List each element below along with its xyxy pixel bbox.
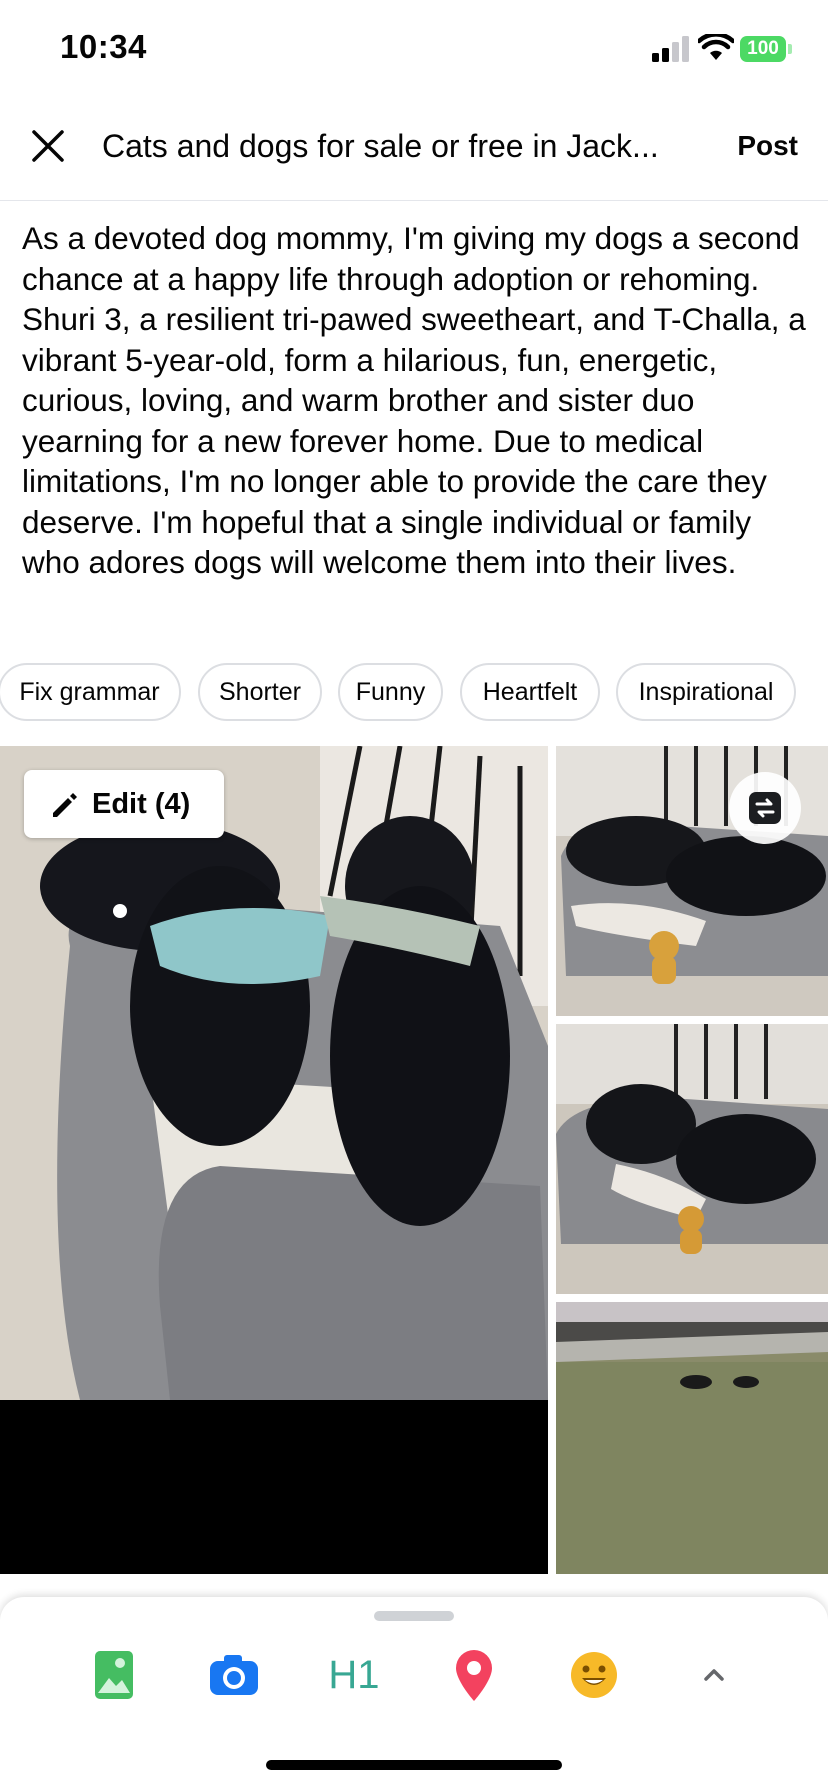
chevron-up-icon[interactable] — [684, 1645, 744, 1705]
dogs-bed-photo-3 — [556, 1024, 828, 1294]
sheet-grabber[interactable] — [374, 1611, 454, 1621]
photo-thumb-3[interactable] — [556, 1302, 828, 1574]
post-button[interactable]: Post — [737, 130, 798, 162]
chip-shorter[interactable]: Shorter — [198, 663, 322, 721]
photo-thumb-1[interactable] — [556, 746, 828, 1016]
emoji-icon[interactable] — [564, 1645, 624, 1705]
header: Cats and dogs for sale or free in Jack..… — [0, 100, 828, 201]
camera-icon[interactable] — [204, 1645, 264, 1705]
edit-photos-label: Edit (4) — [92, 788, 191, 820]
chip-funny[interactable]: Funny — [338, 663, 443, 721]
battery-icon: 100 — [740, 36, 792, 62]
rewrite-suggestions: Fix grammar Shorter Funny Heartfelt Insp… — [0, 663, 828, 725]
heading-icon[interactable]: H1 — [324, 1645, 384, 1705]
close-icon[interactable] — [28, 126, 68, 166]
photo-main[interactable]: Edit (4) — [0, 746, 548, 1574]
chip-fix-grammar[interactable]: Fix grammar — [0, 663, 181, 721]
photo-grid: Edit (4) — [0, 746, 828, 1574]
group-title: Cats and dogs for sale or free in Jack..… — [102, 128, 659, 164]
status-bar: 10:34 100 — [0, 0, 828, 100]
chip-inspirational[interactable]: Inspirational — [616, 663, 796, 721]
status-time: 10:34 — [60, 28, 147, 65]
photo-icon[interactable] — [84, 1645, 144, 1705]
home-indicator — [266, 1760, 562, 1770]
swap-photo-button[interactable] — [729, 772, 801, 844]
pencil-icon — [53, 793, 77, 817]
dogs-on-lawn-photo — [556, 1302, 828, 1574]
post-text-input[interactable]: As a devoted dog mommy, I'm giving my do… — [22, 218, 808, 583]
chip-heartfelt[interactable]: Heartfelt — [460, 663, 600, 721]
edit-photos-button[interactable]: Edit (4) — [24, 770, 224, 838]
wifi-icon — [698, 34, 734, 60]
battery-level: 100 — [740, 36, 786, 62]
location-pin-icon[interactable] — [444, 1645, 504, 1705]
cellular-signal-icon — [652, 36, 689, 62]
swap-icon — [749, 792, 781, 824]
dogs-on-bed-photo — [0, 746, 548, 1400]
photo-thumb-2[interactable] — [556, 1024, 828, 1294]
